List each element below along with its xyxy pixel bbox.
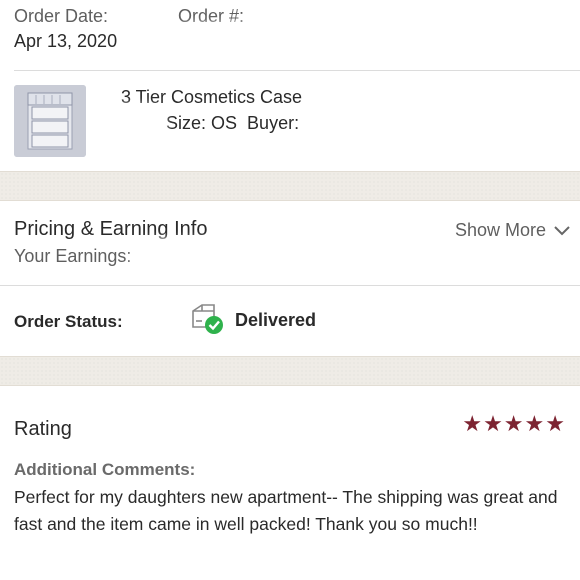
star-icon: ★	[483, 411, 504, 436]
redacted-order-number	[180, 30, 470, 52]
order-status-value: Delivered	[235, 310, 317, 330]
pricing-section[interactable]: Pricing & Earning Info Your Earnings: Sh…	[0, 201, 580, 285]
order-date-value: Apr 13, 2020	[14, 31, 118, 51]
section-separator	[0, 356, 580, 386]
section-separator	[0, 171, 580, 201]
star-icon: ★	[462, 411, 484, 436]
item-thumbnail[interactable]	[14, 85, 86, 157]
show-more-button[interactable]: Show More	[455, 220, 570, 241]
pricing-title: Pricing & Earning Info	[14, 218, 208, 240]
star-icon: ★	[545, 411, 566, 436]
chevron-down-icon	[554, 225, 570, 235]
buyer-label: Buyer:	[247, 113, 300, 133]
order-date-label: Order Date:	[14, 6, 109, 26]
item-title[interactable]: 3 Tier Cosmetics Case	[121, 87, 302, 108]
rating-stars: ★★★★★	[462, 411, 566, 437]
star-icon: ★	[503, 411, 525, 436]
star-icon: ★	[524, 411, 546, 436]
comment-text: Perfect for my daughters new apartment--…	[14, 487, 558, 534]
rating-section: Rating ★★★★★ Additional Comments: Perfec…	[0, 386, 580, 580]
package-delivered-icon	[192, 304, 223, 334]
earnings-label: Your Earnings:	[14, 246, 132, 266]
show-more-label: Show More	[454, 220, 546, 240]
cosmetics-case-image	[14, 85, 86, 157]
item-size: Size: OS	[166, 113, 238, 133]
comments-label: Additional Comments:	[14, 460, 196, 479]
order-header: Order Date: Apr 13, 2020 Order #:	[0, 0, 580, 70]
order-status-section: Order Status: Delivered	[0, 286, 580, 356]
order-number-label: Order #:	[178, 6, 245, 26]
order-status-label: Order Status:	[14, 312, 123, 331]
item-row[interactable]: 3 Tier Cosmetics Case Size: OS Buyer:	[0, 71, 580, 171]
redacted-area	[110, 111, 160, 139]
redacted-earnings	[138, 245, 248, 271]
redacted-buyer	[310, 115, 510, 137]
rating-title: Rating	[14, 418, 72, 440]
